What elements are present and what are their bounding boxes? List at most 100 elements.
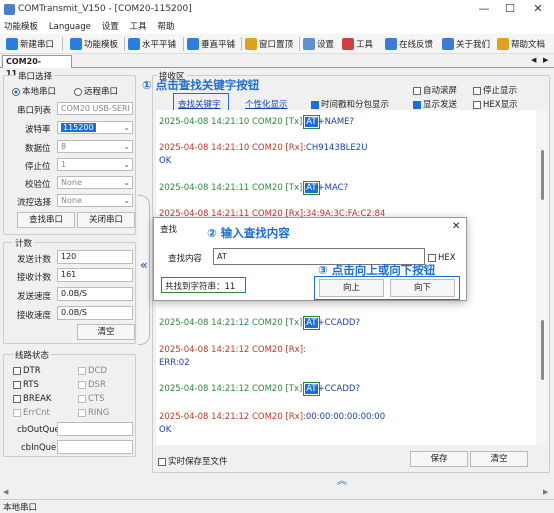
count-clear-button[interactable]: 清空 <box>77 324 135 340</box>
log-line: 2025-04-08 14:21:11 COM20 [Tx]:AT+MAC? <box>159 181 349 195</box>
keyword-match: AT <box>303 115 320 129</box>
template-button[interactable]: 功能模板 <box>70 36 118 52</box>
flow-control-select[interactable]: None ⌄ <box>57 194 133 207</box>
find-dialog-title: 查找 <box>160 225 178 235</box>
timestamp-checkbox[interactable]: 时间戳和分包显示 <box>311 98 389 110</box>
collapse-arrow-icon: « <box>140 258 148 272</box>
parity-label: 校验位 <box>25 180 51 190</box>
receive-clear-button[interactable]: 清空 <box>470 451 528 467</box>
dcd-indicator: DCD <box>78 366 107 376</box>
annotation-step-1: ① 点击查找关键字按钮 <box>142 78 260 92</box>
port-list-label: 串口列表 <box>17 106 52 116</box>
cb-out-value <box>57 422 133 436</box>
stop-bits-select[interactable]: 1 ⌄ <box>57 158 133 171</box>
hex-display-checkbox[interactable]: HEX显示 <box>473 98 518 110</box>
baud-select[interactable]: 115200 ⌄ <box>57 121 133 134</box>
horizontal-scrollbar[interactable] <box>0 487 554 498</box>
log-line: OK <box>159 156 172 166</box>
about-button[interactable]: 关于我们 <box>442 36 490 52</box>
pin-window-button[interactable]: 窗口置顶 <box>245 36 293 52</box>
feedback-button[interactable]: 在线反馈 <box>385 36 433 52</box>
send-speed-value: 0.0B/S <box>57 287 133 301</box>
find-port-button[interactable]: 查找串口 <box>17 212 75 228</box>
status-text: 本地串口 <box>3 503 38 513</box>
help-doc-button[interactable]: 帮助文档 <box>497 36 545 52</box>
custom-display-link[interactable]: 个性化显示 <box>245 98 288 110</box>
template-icon <box>70 38 82 50</box>
tile-vertical-button[interactable]: 垂直平铺 <box>187 36 235 52</box>
chevron-down-icon: ⌄ <box>123 178 130 187</box>
minimize-button[interactable]: — <box>474 2 494 15</box>
radio-local-port[interactable]: 本地串口 <box>12 85 56 97</box>
stop-display-checkbox[interactable]: 停止显示 <box>473 84 517 96</box>
checkbox-icon <box>13 394 21 403</box>
scroll-right-arrow[interactable]: ▶ <box>543 488 548 496</box>
settings-button[interactable]: 设置 <box>303 36 334 52</box>
chevron-down-icon: ⌄ <box>123 160 130 169</box>
keyword-match: AT <box>303 181 320 195</box>
log-line: ERR:02 <box>159 358 190 368</box>
baud-label: 波特率 <box>25 125 51 135</box>
port-list-select[interactable]: COM20 USB-SERI <box>57 102 133 115</box>
maximize-button[interactable]: ☐ <box>500 2 520 15</box>
toolbar-divider <box>183 37 184 51</box>
find-keyword-link[interactable]: 查找关键字 <box>178 98 221 110</box>
parity-select[interactable]: None ⌄ <box>57 176 133 189</box>
scrollbar-thumb-lower[interactable] <box>541 320 544 380</box>
auto-scroll-checkbox[interactable]: 自动滚屏 <box>413 84 457 96</box>
tab-bar <box>0 55 554 68</box>
checkbox-icon <box>473 86 481 95</box>
checkbox-icon <box>13 366 21 375</box>
checkbox-icon <box>13 408 21 417</box>
find-up-button[interactable]: 向上 <box>319 279 384 297</box>
checkbox-icon <box>78 408 86 417</box>
find-down-button[interactable]: 向下 <box>390 279 455 297</box>
show-send-checkbox[interactable]: 显示发送 <box>413 98 457 110</box>
dsr-indicator: DSR <box>78 380 106 390</box>
log-line: 2025-04-08 14:21:10 COM20 [Tx]:AT+NAME? <box>159 115 355 129</box>
close-button[interactable]: ✕ <box>528 2 548 15</box>
new-port-button[interactable]: 新建串口 <box>6 36 54 52</box>
tile-horizontal-button[interactable]: 水平平铺 <box>128 36 176 52</box>
chevron-down-icon: ⌄ <box>123 196 130 205</box>
scrollbar-thumb[interactable] <box>541 150 544 200</box>
count-title: 计数 <box>13 237 35 249</box>
keyword-match: AT <box>303 382 320 396</box>
dtr-checkbox[interactable]: DTR <box>13 366 41 376</box>
tools-button[interactable]: 工具 <box>342 36 373 52</box>
chevron-down-icon: ⌄ <box>123 123 130 132</box>
status-bar: 本地串口 <box>0 499 554 513</box>
expand-send-area-icon[interactable]: ︽ <box>337 472 347 487</box>
menu-template[interactable]: 功能模板 <box>4 20 38 34</box>
toolbar: 新建串口 功能模板 水平平铺 垂直平铺 窗口置顶 设置 工具 在线反馈 关于我们… <box>0 34 554 54</box>
scroll-left-arrow[interactable]: ◀ <box>3 488 8 496</box>
feedback-icon <box>385 38 397 50</box>
pin-icon <box>245 38 257 50</box>
toolbar-divider <box>62 37 63 51</box>
data-bits-label: 数据位 <box>25 144 51 154</box>
radio-remote-port[interactable]: 远程串口 <box>74 85 118 97</box>
find-dialog: 查找 ✕ 查找内容 AT HEX 共找到字符串：11 向上 向下 <box>153 217 467 301</box>
log-line: 2025-04-08 14:21:12 COM20 [Rx]: <box>159 345 306 355</box>
checkbox-icon <box>13 380 21 389</box>
menu-settings[interactable]: 设置 <box>102 20 119 34</box>
rts-checkbox[interactable]: RTS <box>13 380 39 390</box>
log-line: 2025-04-08 14:21:12 COM20 [Tx]:AT+CCADD? <box>159 316 360 330</box>
tab-com20[interactable]: COM20-115200 x <box>2 55 72 78</box>
tab-scroll-right[interactable]: ▶ <box>543 56 548 64</box>
menu-tools[interactable]: 工具 <box>130 20 147 34</box>
save-button[interactable]: 保存 <box>410 451 468 467</box>
break-checkbox[interactable]: BREAK <box>13 394 52 404</box>
data-bits-select[interactable]: 8 ⌄ <box>57 140 133 153</box>
radio-icon <box>12 87 20 96</box>
title-bar: COMTransmit_V150 - [COM20-115200] — ☐ ✕ <box>0 0 554 20</box>
close-port-button[interactable]: 关闭串口 <box>77 212 135 228</box>
port-select-panel <box>3 75 136 235</box>
line-status-title: 线路状态 <box>13 349 52 361</box>
tab-scroll-left[interactable]: ◀ <box>531 56 536 64</box>
find-dialog-close-button[interactable]: ✕ <box>452 221 460 232</box>
checkbox-icon <box>78 394 86 403</box>
realtime-save-checkbox[interactable]: 实时保存至文件 <box>158 455 228 467</box>
menu-language[interactable]: Language <box>49 20 91 34</box>
menu-help[interactable]: 帮助 <box>158 20 175 34</box>
